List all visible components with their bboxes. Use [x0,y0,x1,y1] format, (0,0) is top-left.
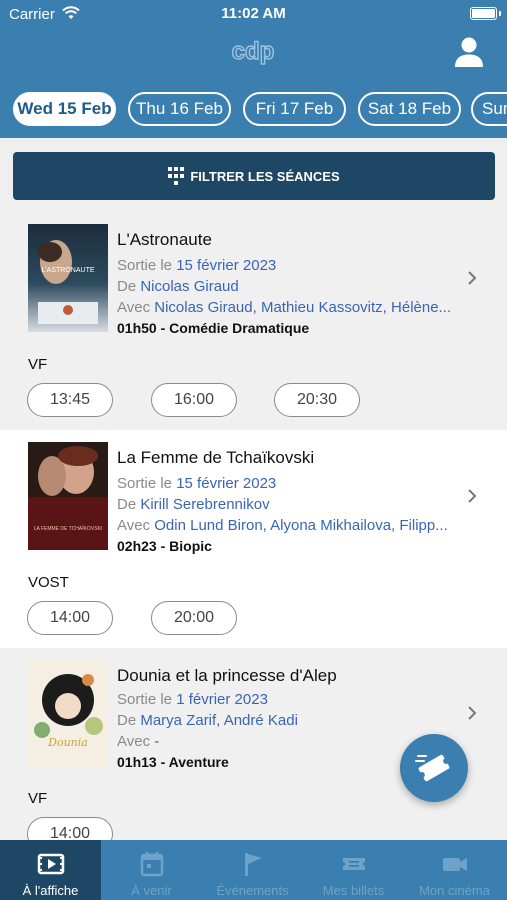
tab-mes-billets[interactable]: Mes billets [303,840,404,900]
cast-link[interactable]: Odin Lund Biron, Alyona Mikhailova, Fili… [154,517,448,534]
film-director: De Nicolas Giraud [117,278,239,295]
tab-mon-cinema[interactable]: Mon cinéma [404,840,507,900]
bottom-tab-bar: À l'affiche À venir Événements Mes bille… [0,840,507,900]
filter-label: FILTRER LES SÉANCES [190,168,340,184]
director-link[interactable]: Kirill Serebrennikov [140,496,269,513]
calendar-icon [140,852,164,877]
status-bar: Carrier 11:02 AM [0,0,507,28]
showtime-button[interactable]: 16:00 [151,383,237,417]
film-cast: Avec - [117,733,160,750]
film-cast: Avec Odin Lund Biron, Alyona Mikhailova,… [117,517,448,534]
flag-icon [245,853,262,876]
film-poster[interactable]: LA FEMME DE TCHAÏKOVSKI [28,442,108,550]
tab-evenements[interactable]: Événements [202,840,303,900]
svg-text:LA FEMME DE TCHAÏKOVSKI: LA FEMME DE TCHAÏKOVSKI [34,525,103,532]
tab-a-l-affiche[interactable]: À l'affiche [0,840,101,900]
film-title[interactable]: L'Astronaute [117,230,212,250]
release-date: 1 février 2023 [176,691,268,708]
film-release: Sortie le 15 février 2023 [117,475,277,492]
date-tab-fri-17[interactable]: Fri 17 Feb [243,92,346,126]
film-release: Sortie le 1 février 2023 [117,691,268,708]
ticket-icon [343,858,365,870]
tab-label: À venir [131,883,172,898]
date-tab-thu-16[interactable]: Thu 16 Feb [128,92,231,126]
date-selector: Wed 15 Feb Thu 16 Feb Fri 17 Feb Sat 18 … [13,92,507,128]
showtime-button[interactable]: 20:00 [151,601,237,635]
grid-icon [168,167,185,185]
filter-sessions-button[interactable]: FILTRER LES SÉANCES [13,152,495,200]
showtime-button[interactable]: 14:00 [27,601,113,635]
film-language: VF [28,790,48,807]
showtime-button[interactable]: 13:45 [27,383,113,417]
cast-link[interactable]: Nicolas Giraud, Mathieu Kassovitz, Hélèn… [154,299,451,316]
director-link[interactable]: Nicolas Giraud [140,278,238,295]
chevron-right-icon[interactable] [466,706,478,720]
film-language: VF [28,356,48,373]
tab-label: Mes billets [322,883,385,898]
cinema-logo: cdp [231,37,275,65]
showtime-button[interactable]: 20:30 [274,383,360,417]
tab-label: Mon cinéma [419,883,490,898]
film-duration-genre: 02h23 - Biopic [117,538,212,554]
film-language: VOST [28,574,69,591]
svg-text:L'ASTRONAUTE: L'ASTRONAUTE [41,267,94,274]
svg-text:cdp: cdp [232,38,275,65]
status-time: 11:02 AM [221,5,286,22]
cast-link[interactable]: - [154,733,159,750]
film-poster[interactable]: L'ASTRONAUTE [28,224,108,332]
film-director: De Kirill Serebrennikov [117,496,270,513]
filter-section: FILTRER LES SÉANCES [0,138,507,212]
chevron-right-icon[interactable] [466,489,478,503]
ticket-fab-button[interactable] [400,734,468,802]
profile-icon[interactable] [453,36,485,68]
date-tab-sun[interactable]: Sun [471,92,507,126]
film-title[interactable]: La Femme de Tchaïkovski [117,448,314,468]
film-card: L'ASTRONAUTE L'Astronaute Sortie le 15 f… [0,212,507,430]
film-card: LA FEMME DE TCHAÏKOVSKI La Femme de Tcha… [0,430,507,648]
release-date: 15 février 2023 [176,257,277,274]
film-release: Sortie le 15 février 2023 [117,257,277,274]
ticket-plane-icon [415,754,450,782]
showtime-button[interactable]: 14:00 [27,817,113,840]
app-header: Carrier 11:02 AM cdp Wed 15 Feb Thu 16 F… [0,0,507,138]
film-icon [37,853,65,875]
battery-icon [470,7,501,20]
film-cast: Avec Nicolas Giraud, Mathieu Kassovitz, … [117,299,452,316]
date-tab-wed-15[interactable]: Wed 15 Feb [13,92,116,126]
director-link[interactable]: Marya Zarif, André Kadi [140,712,298,729]
camera-icon [443,858,467,871]
release-date: 15 février 2023 [176,475,277,492]
film-title[interactable]: Dounia et la princesse d'Alep [117,666,337,686]
film-director: De Marya Zarif, André Kadi [117,712,298,729]
date-tab-sat-18[interactable]: Sat 18 Feb [358,92,461,126]
chevron-right-icon[interactable] [466,271,478,285]
film-duration-genre: 01h50 - Comédie Dramatique [117,320,310,336]
tab-label: Événements [216,883,289,898]
tab-label: À l'affiche [22,883,79,898]
tab-a-venir[interactable]: À venir [101,840,202,900]
film-poster[interactable]: Dounia [28,660,108,768]
film-duration-genre: 01h13 - Aventure [117,754,229,770]
svg-text:Dounia: Dounia [47,736,88,749]
